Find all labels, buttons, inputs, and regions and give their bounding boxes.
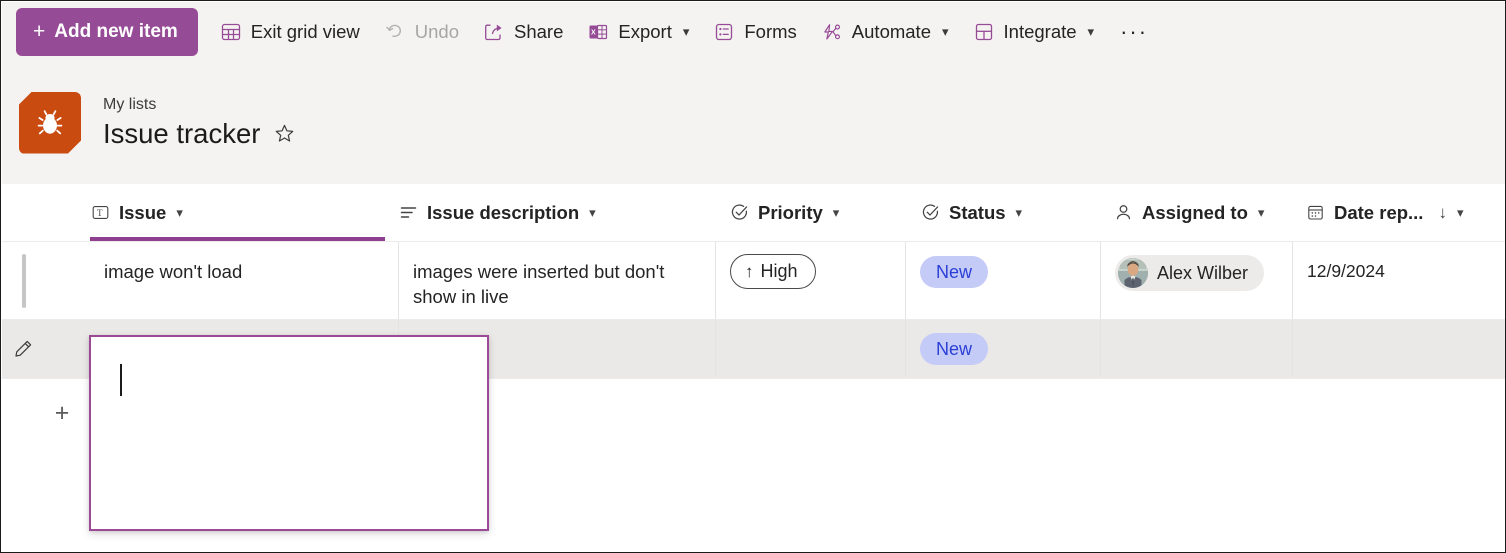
chevron-down-icon: ▾ xyxy=(682,23,690,39)
person-icon xyxy=(1113,203,1133,223)
command-bar: + Add new item Exit grid view Undo Share… xyxy=(2,2,1505,61)
plus-icon: + xyxy=(33,20,46,43)
cell-assigned-to[interactable] xyxy=(1100,320,1292,377)
cell-issue[interactable]: image won't load xyxy=(90,242,398,319)
choice-icon xyxy=(729,203,749,223)
star-icon[interactable] xyxy=(273,123,295,145)
cell-assigned-to[interactable]: Alex Wilber xyxy=(1100,242,1292,319)
cell-priority[interactable]: ↑ High xyxy=(715,242,905,319)
priority-badge-wrap: ↑ High xyxy=(716,254,816,289)
plus-icon[interactable]: + xyxy=(50,400,74,425)
exit-grid-view-label: Exit grid view xyxy=(250,20,360,42)
add-new-item-button[interactable]: + Add new item xyxy=(16,7,198,56)
export-label: Export xyxy=(618,20,672,42)
automate-label: Automate xyxy=(851,20,931,42)
chevron-down-icon[interactable]: ▾ xyxy=(176,205,183,221)
column-header-issue-label: Issue xyxy=(119,201,167,223)
breadcrumb[interactable]: My lists xyxy=(103,95,295,115)
undo-label: Undo xyxy=(414,20,459,42)
row-selection-indicator xyxy=(22,254,26,308)
grid-icon xyxy=(220,21,242,43)
bug-icon xyxy=(19,91,81,154)
column-header-issue-description[interactable]: Issue description ▾ xyxy=(398,184,715,241)
column-header-status-label: Status xyxy=(949,201,1006,223)
add-new-item-label: Add new item xyxy=(54,20,178,42)
arrow-up-icon: ↑ xyxy=(745,261,754,281)
cell-status[interactable]: New xyxy=(905,320,1100,377)
forms-button[interactable]: Forms xyxy=(701,8,808,56)
column-header-assigned-to-label: Assigned to xyxy=(1142,201,1248,223)
automate-button[interactable]: Automate ▾ xyxy=(809,8,961,56)
cell-editor-input[interactable] xyxy=(118,365,477,395)
cell-issue-description[interactable]: images were inserted but don't show in l… xyxy=(398,242,715,319)
exit-grid-view-button[interactable]: Exit grid view xyxy=(208,8,372,56)
automate-icon xyxy=(821,21,843,43)
cell-date-reported[interactable] xyxy=(1292,320,1505,377)
chevron-down-icon[interactable]: ▾ xyxy=(1016,205,1023,221)
text-field-icon: T xyxy=(90,203,110,223)
status-badge: New xyxy=(920,256,989,288)
calendar-icon xyxy=(1305,203,1325,223)
status-badge-wrap: New xyxy=(906,256,989,288)
chevron-down-icon[interactable]: ▾ xyxy=(1258,205,1265,221)
page-title: Issue tracker xyxy=(103,117,261,149)
more-commands-button[interactable]: ··· xyxy=(1106,8,1162,56)
chevron-down-icon[interactable]: ▾ xyxy=(589,205,596,221)
cell-status[interactable]: New xyxy=(905,242,1100,319)
multiline-text-icon xyxy=(398,203,418,223)
cell-editor-popup[interactable] xyxy=(89,335,489,531)
undo-icon xyxy=(384,21,406,43)
avatar xyxy=(1118,258,1148,288)
column-header-date-reported-label: Date rep... xyxy=(1334,201,1424,223)
sort-descending-icon: ↓ xyxy=(1438,202,1447,222)
excel-icon: X xyxy=(587,21,609,43)
person-pill-wrap: Alex Wilber xyxy=(1101,255,1265,293)
share-icon xyxy=(483,21,505,43)
integrate-icon xyxy=(973,21,995,43)
chevron-down-icon: ▾ xyxy=(1087,23,1095,39)
column-header-date-reported[interactable]: Date rep... ↓ ▾ xyxy=(1305,184,1505,241)
export-button[interactable]: X Export ▾ xyxy=(575,8,701,56)
column-header-issue[interactable]: T Issue ▾ xyxy=(90,184,385,241)
cell-issue-value: image won't load xyxy=(104,261,243,282)
undo-button[interactable]: Undo xyxy=(372,8,471,56)
active-column-indicator xyxy=(90,237,385,241)
table-row[interactable]: image won't load images were inserted bu… xyxy=(2,242,1505,320)
cell-priority[interactable] xyxy=(715,320,905,377)
person-pill: Alex Wilber xyxy=(1115,255,1265,291)
column-header-assigned-to[interactable]: Assigned to ▾ xyxy=(1113,184,1292,241)
status-badge: New xyxy=(920,333,989,365)
edit-pencil-icon[interactable] xyxy=(11,337,35,361)
chevron-down-icon: ▾ xyxy=(941,23,949,39)
status-badge-wrap: New xyxy=(906,333,989,365)
choice-icon xyxy=(920,203,940,223)
share-button[interactable]: Share xyxy=(471,8,575,56)
share-label: Share xyxy=(514,20,564,42)
priority-badge-label: High xyxy=(760,261,798,281)
list-header-text: My lists Issue tracker xyxy=(103,95,295,151)
person-name: Alex Wilber xyxy=(1157,262,1249,283)
forms-icon xyxy=(713,21,735,43)
chevron-down-icon[interactable]: ▾ xyxy=(833,205,840,221)
list-header: My lists Issue tracker xyxy=(2,61,1505,184)
integrate-label: Integrate xyxy=(1003,20,1077,42)
svg-text:T: T xyxy=(97,208,103,218)
cell-date-reported[interactable]: 12/9/2024 xyxy=(1292,242,1505,319)
column-header-issue-description-label: Issue description xyxy=(427,201,580,223)
chevron-down-icon[interactable]: ▾ xyxy=(1457,205,1464,221)
column-header-status[interactable]: Status ▾ xyxy=(920,184,1100,241)
priority-badge: ↑ High xyxy=(730,254,816,289)
cell-issue-description-value: images were inserted but don't show in l… xyxy=(413,261,665,307)
svg-text:X: X xyxy=(591,29,596,36)
sharepoint-list-grid-view: + Add new item Exit grid view Undo Share… xyxy=(0,0,1506,553)
cell-date-reported-value: 12/9/2024 xyxy=(1307,261,1385,281)
integrate-button[interactable]: Integrate ▾ xyxy=(961,8,1107,56)
column-header-priority[interactable]: Priority ▾ xyxy=(729,184,905,241)
column-header-priority-label: Priority xyxy=(758,201,823,223)
grid-column-headers: T Issue ▾ Issue description ▾ Priority ▾… xyxy=(2,184,1505,242)
more-icon: ··· xyxy=(1120,18,1149,44)
forms-label: Forms xyxy=(744,20,797,42)
